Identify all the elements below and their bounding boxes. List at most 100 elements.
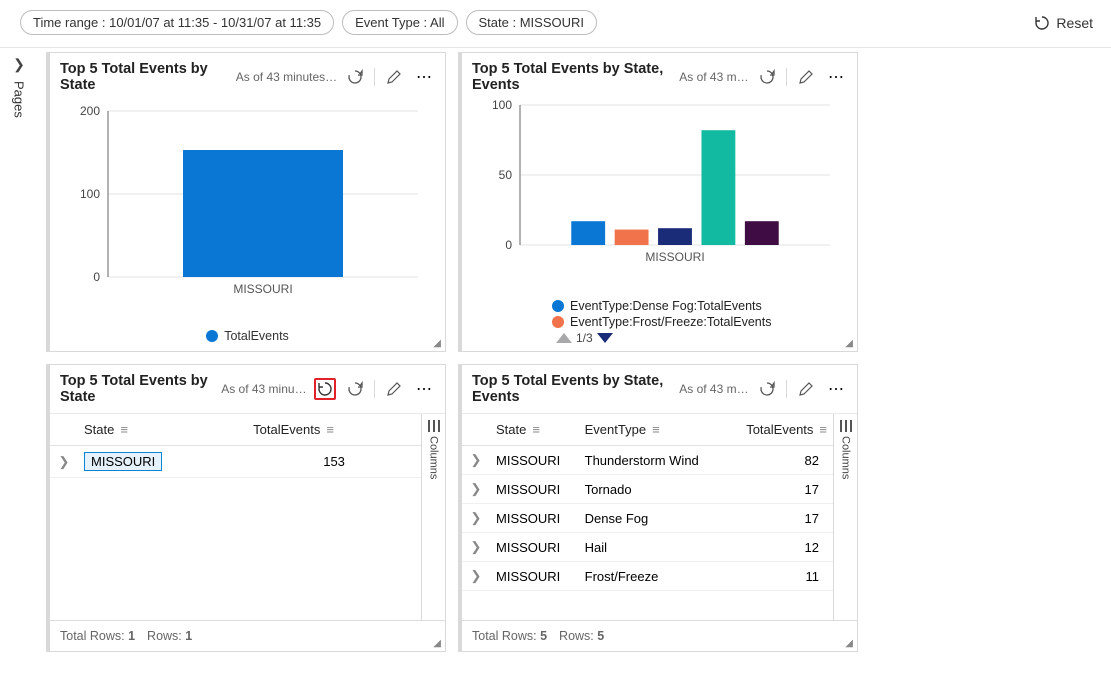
legend-entry[interactable]: TotalEvents (206, 329, 289, 343)
table-row[interactable]: ❯ MISSOURI 153 (50, 446, 421, 478)
col-menu-icon[interactable]: ≡ (819, 422, 827, 437)
col-menu-icon[interactable]: ≡ (652, 422, 660, 437)
state-pill[interactable]: State : MISSOURI (466, 10, 597, 35)
timerange-pill[interactable]: Time range : 10/01/07 at 11:35 - 10/31/0… (20, 10, 334, 35)
expand-row-icon[interactable]: ❯ (462, 504, 490, 533)
separator (374, 68, 375, 86)
top-filter-bar: Time range : 10/01/07 at 11:35 - 10/31/0… (0, 0, 1111, 48)
cell-total[interactable]: 17 (725, 475, 833, 504)
legend-entry[interactable]: EventType:Dense Fog:TotalEvents (552, 299, 857, 313)
columns-icon (840, 420, 852, 432)
svg-text:50: 50 (499, 168, 513, 182)
separator (786, 68, 787, 86)
cell-etype[interactable]: Hail (579, 533, 726, 562)
resize-handle-icon[interactable]: ◢ (845, 638, 853, 649)
cell-total[interactable]: 12 (725, 533, 833, 562)
svg-text:MISSOURI: MISSOURI (645, 250, 704, 264)
legend-next-icon[interactable] (597, 333, 613, 343)
edit-icon[interactable] (383, 66, 405, 88)
tile-title: Top 5 Total Events by State (60, 373, 215, 405)
edit-icon[interactable] (795, 66, 817, 88)
legend-label: EventType:Dense Fog:TotalEvents (570, 299, 762, 313)
legend-pager: 1/3 (552, 331, 857, 345)
tile-title: Top 5 Total Events by State, Events (472, 373, 673, 405)
expand-row-icon[interactable]: ❯ (462, 533, 490, 562)
dashboard-grid: Top 5 Total Events by State As of 43 min… (46, 48, 858, 656)
more-icon[interactable]: ⋯ (825, 66, 847, 88)
col-menu-icon[interactable]: ≡ (120, 422, 128, 437)
cell-total[interactable]: 17 (725, 504, 833, 533)
cell-total[interactable]: 82 (725, 446, 833, 475)
svg-text:0: 0 (93, 270, 100, 284)
col-eventtype[interactable]: EventType≡ (579, 414, 726, 446)
expand-pages-icon[interactable]: ❯ (13, 56, 25, 73)
cell-etype[interactable]: Frost/Freeze (579, 562, 726, 591)
expand-row-icon[interactable]: ❯ (462, 446, 490, 475)
refresh-icon[interactable] (756, 378, 778, 400)
refresh-icon[interactable] (756, 66, 778, 88)
resize-handle-icon[interactable]: ◢ (433, 638, 441, 649)
cell-state[interactable]: MISSOURI (490, 475, 579, 504)
refresh-icon[interactable] (344, 66, 366, 88)
col-menu-icon[interactable]: ≡ (532, 422, 540, 437)
cell-total[interactable]: 11 (725, 562, 833, 591)
table-row[interactable]: ❯ MISSOURI Hail 12 (462, 533, 833, 562)
columns-panel[interactable]: Columns (421, 414, 445, 620)
more-icon[interactable]: ⋯ (413, 378, 435, 400)
separator (374, 380, 375, 398)
legend-dot-icon (552, 300, 564, 312)
cell-state[interactable]: MISSOURI (490, 533, 579, 562)
resize-handle-icon[interactable]: ◢ (433, 338, 441, 349)
col-totalevents[interactable]: TotalEvents≡ (247, 414, 421, 446)
cell-state[interactable]: MISSOURI (490, 504, 579, 533)
refresh-icon[interactable] (344, 378, 366, 400)
resize-handle-icon[interactable]: ◢ (845, 338, 853, 349)
legend-entry[interactable]: EventType:Frost/Freeze:TotalEvents (552, 315, 857, 329)
cell-state[interactable]: MISSOURI (78, 446, 247, 478)
columns-label: Columns (428, 436, 440, 479)
cell-total[interactable]: 153 (247, 446, 421, 478)
col-state[interactable]: State≡ (78, 414, 247, 446)
pages-label[interactable]: Pages (12, 81, 27, 118)
table-top5-state-events: State≡ EventType≡ TotalEvents≡ ❯ MISSOUR… (462, 414, 833, 620)
edit-icon[interactable] (795, 378, 817, 400)
svg-text:MISSOURI: MISSOURI (233, 282, 292, 296)
cell-etype[interactable]: Dense Fog (579, 504, 726, 533)
expand-row-icon[interactable]: ❯ (50, 446, 78, 478)
col-totalevents[interactable]: TotalEvents≡ (725, 414, 833, 446)
tile-top5-by-state-chart: Top 5 Total Events by State As of 43 min… (46, 52, 446, 352)
cell-state[interactable]: MISSOURI (490, 446, 579, 475)
more-icon[interactable]: ⋯ (825, 378, 847, 400)
col-state[interactable]: State≡ (490, 414, 579, 446)
cell-state[interactable]: MISSOURI (490, 562, 579, 591)
table-row[interactable]: ❯ MISSOURI Dense Fog 17 (462, 504, 833, 533)
event-type-pill[interactable]: Event Type : All (342, 10, 457, 35)
tile-subtitle: As of 43 minutes ago (236, 70, 338, 84)
table-row[interactable]: ❯ MISSOURI Frost/Freeze 11 (462, 562, 833, 591)
more-icon[interactable]: ⋯ (413, 66, 435, 88)
svg-text:200: 200 (80, 104, 100, 118)
svg-text:100: 100 (492, 98, 512, 112)
svg-text:0: 0 (505, 238, 512, 252)
columns-label: Columns (840, 436, 852, 479)
chart2-svg: 0 50 100 MISSOURI (480, 101, 840, 271)
legend-prev-icon[interactable] (556, 333, 572, 343)
reset-tile-icon[interactable] (314, 378, 336, 400)
expand-row-icon[interactable]: ❯ (462, 562, 490, 591)
chart1-svg: 0100200MISSOURI (68, 101, 428, 301)
expand-row-icon[interactable]: ❯ (462, 475, 490, 504)
tile-subtitle: As of 43 minutes … (221, 382, 308, 396)
expand-header (50, 414, 78, 446)
table-row[interactable]: ❯ MISSOURI Thunderstorm Wind 82 (462, 446, 833, 475)
edit-icon[interactable] (383, 378, 405, 400)
cell-etype[interactable]: Thunderstorm Wind (579, 446, 726, 475)
tile-subtitle: As of 43 minu… (679, 382, 750, 396)
cell-etype[interactable]: Tornado (579, 475, 726, 504)
reset-button[interactable]: Reset (1034, 15, 1093, 31)
filter-pill-group: Time range : 10/01/07 at 11:35 - 10/31/0… (20, 10, 597, 35)
table-row[interactable]: ❯ MISSOURI Tornado 17 (462, 475, 833, 504)
columns-panel[interactable]: Columns (833, 414, 857, 620)
reset-label: Reset (1056, 15, 1093, 31)
legend-label: EventType:Frost/Freeze:TotalEvents (570, 315, 771, 329)
col-menu-icon[interactable]: ≡ (326, 422, 334, 437)
